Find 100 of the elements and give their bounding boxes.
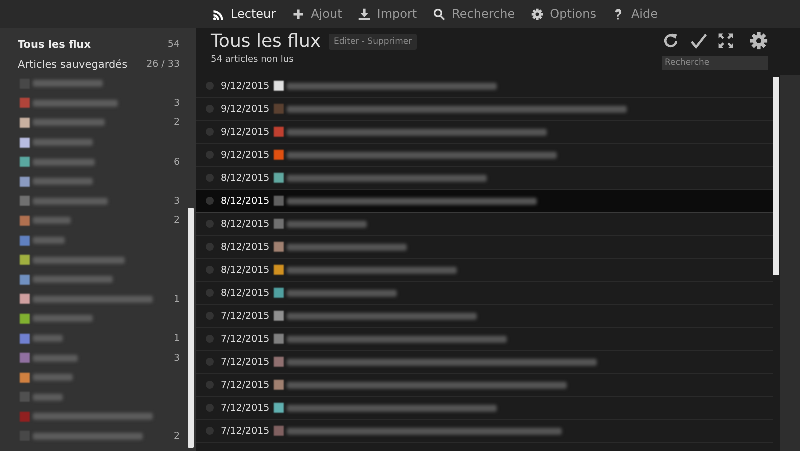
blurred-feed-name[interactable] [33,80,103,88]
blurred-feed-name[interactable] [33,432,143,440]
blurred-feed-name[interactable] [33,139,93,146]
sidebar-item[interactable]: Articles sauvegardés [18,58,128,70]
unread-count: 54 articles non lus [211,55,295,65]
unread-dot-icon[interactable] [206,289,214,297]
page-title: Tous les flux [211,31,322,52]
article-row[interactable]: 9/12/2015 [196,98,773,121]
article-row[interactable]: 7/12/2015 [196,328,773,351]
unread-count: 3 [174,352,181,364]
article-date: 9/12/2015 [221,104,271,114]
unread-count: 3 [174,98,181,109]
blurred-feed-name[interactable] [33,374,73,382]
settings-icon[interactable] [750,32,768,50]
item-count: 26 / 33 [146,59,181,70]
unread-count: 1 [174,294,181,305]
article-date: 9/12/2015 [221,80,271,92]
blurred-feed-name[interactable] [33,178,93,186]
scrollbar-thumb[interactable] [188,208,194,448]
article-date: 8/12/2015 [221,196,271,206]
unread-dot-icon[interactable] [206,197,214,205]
fullscreen-icon[interactable] [718,33,734,49]
article-row[interactable]: 7/12/2015 [196,305,773,328]
unread-dot-icon[interactable] [206,358,214,366]
settings-icon [531,8,544,20]
unread-dot-icon[interactable] [206,128,214,136]
menu-item[interactable]: Import [356,5,420,23]
unread-count: 2 [174,430,181,442]
article-row[interactable]: 8/12/2015 [196,282,773,305]
blurred-feed-name[interactable] [33,237,65,244]
unread-dot-icon[interactable] [206,174,214,182]
article-row[interactable]: 8/12/2015 [196,213,773,236]
article-row[interactable]: 7/12/2015 [196,374,773,397]
unread-dot-icon[interactable] [206,151,214,159]
article-date: 7/12/2015 [221,356,271,368]
menu-item[interactable]: Aide [610,5,660,23]
search-field[interactable]: Recherche [662,56,768,70]
article-date: 7/12/2015 [221,310,271,322]
blurred-feed-name[interactable] [33,276,113,284]
search-icon [433,8,446,20]
article-date: 8/12/2015 [221,288,271,298]
download-icon [358,8,372,20]
article-row[interactable]: 9/12/2015 [196,144,773,167]
unread-dot-icon[interactable] [206,427,214,435]
blurred-feed-name[interactable] [33,413,153,420]
article-row[interactable]: 8/12/2015 [196,236,773,259]
unread-count: 6 [174,156,181,168]
article-date: 7/12/2015 [221,426,271,436]
blurred-feed-name[interactable] [33,217,71,224]
article-date: 8/12/2015 [221,218,271,230]
article-row[interactable]: 8/12/2015 [196,190,773,213]
plus-icon [292,8,306,20]
blurred-feed-name[interactable] [33,100,118,107]
checkmark-icon[interactable] [690,32,708,50]
article-row[interactable]: 9/12/2015 [196,75,773,98]
scrollbar-thumb[interactable] [773,77,779,275]
sidebar-item[interactable]: Tous les flux [18,38,92,50]
blurred-feed-name[interactable] [33,335,63,342]
article-date: 9/12/2015 [221,150,271,160]
edit-delete-link[interactable]: Editer - Supprimer [329,34,418,50]
article-date: 7/12/2015 [221,402,271,414]
blurred-feed-name[interactable] [33,119,105,126]
article-date: 8/12/2015 [221,172,271,184]
blurred-feed-name[interactable] [33,198,108,205]
item-count: 54 [168,39,181,50]
blurred-feed-name[interactable] [33,354,78,362]
menu-item[interactable]: Recherche [431,5,518,23]
article-date: 8/12/2015 [221,242,271,252]
menu-item[interactable]: Ajout [290,5,344,23]
unread-dot-icon[interactable] [206,105,214,113]
refresh-icon[interactable] [662,32,680,50]
unread-dot-icon[interactable] [206,220,214,228]
article-row[interactable]: 7/12/2015 [196,351,773,374]
article-row[interactable]: 9/12/2015 [196,121,773,144]
article-row[interactable]: 7/12/2015 [196,420,773,443]
unread-dot-icon[interactable] [206,266,214,274]
article-date: 7/12/2015 [221,334,271,344]
unread-count: 1 [174,333,181,344]
unread-dot-icon[interactable] [206,312,214,320]
blurred-feed-name[interactable] [33,315,93,322]
unread-dot-icon[interactable] [206,243,214,251]
blurred-feed-name[interactable] [33,394,63,401]
menu-item[interactable]: Lecteur [210,5,278,23]
unread-dot-icon[interactable] [206,82,214,90]
unread-dot-icon[interactable] [206,335,214,343]
unread-count: 3 [174,196,181,207]
article-date: 8/12/2015 [221,264,271,276]
unread-dot-icon[interactable] [206,381,214,389]
unread-dot-icon[interactable] [206,404,214,412]
article-date: 7/12/2015 [221,380,271,390]
blurred-feed-name[interactable] [33,256,125,264]
blurred-feed-name[interactable] [33,158,95,166]
unread-count: 2 [174,215,181,226]
article-row[interactable]: 8/12/2015 [196,259,773,282]
menu-item[interactable]: Options [529,5,598,23]
article-date: 9/12/2015 [221,126,271,138]
blurred-feed-name[interactable] [33,296,153,303]
article-row[interactable]: 7/12/2015 [196,397,773,420]
unread-count: 2 [174,117,181,128]
rss-icon [212,8,225,20]
